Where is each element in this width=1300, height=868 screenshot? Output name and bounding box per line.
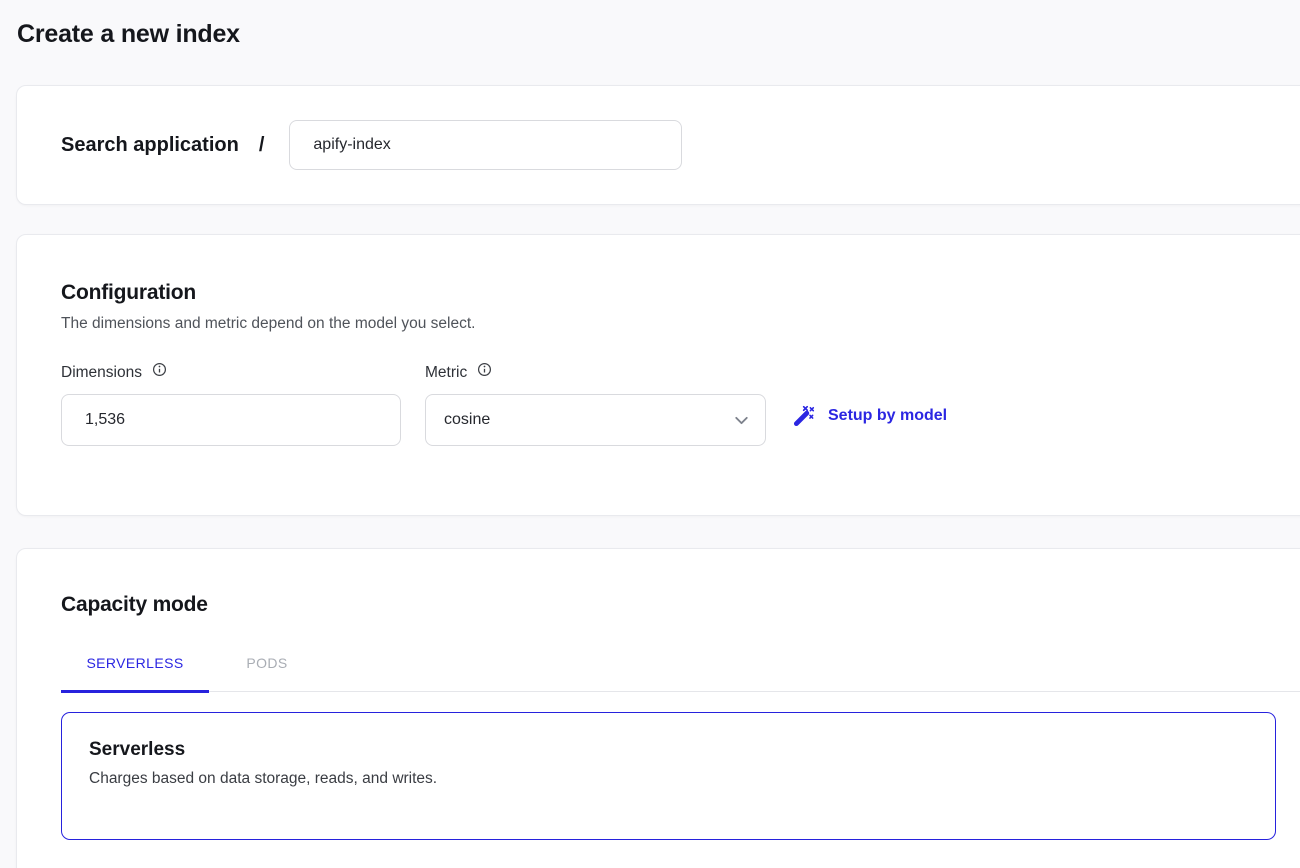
configuration-subtitle: The dimensions and metric depend on the … xyxy=(61,315,1300,333)
capacity-inner: Capacity mode SERVERLESS PODS Serverless… xyxy=(17,549,1300,840)
dimensions-field-group: Dimensions xyxy=(61,364,401,446)
metric-selected-value: cosine xyxy=(444,411,490,429)
configuration-inner: Configuration The dimensions and metric … xyxy=(17,235,1300,446)
metric-select[interactable]: cosine xyxy=(425,394,766,446)
configuration-card: Configuration The dimensions and metric … xyxy=(16,234,1300,516)
tab-pods[interactable]: PODS xyxy=(227,647,307,691)
metric-label-row: Metric xyxy=(425,364,766,384)
configuration-title: Configuration xyxy=(61,281,1300,305)
chevron-down-icon xyxy=(731,410,752,431)
serverless-option-description: Charges based on data storage, reads, an… xyxy=(89,770,1275,788)
capacity-tabs: SERVERLESS PODS xyxy=(61,647,1300,692)
capacity-mode-title: Capacity mode xyxy=(61,593,1300,617)
magic-wand-icon xyxy=(793,404,816,427)
dimensions-input[interactable] xyxy=(61,394,401,446)
search-application-row: Search application / xyxy=(17,86,1300,204)
metric-field-group: Metric cosine xyxy=(425,364,766,446)
search-application-card: Search application / xyxy=(16,85,1300,205)
create-index-page: Create a new index Search application / … xyxy=(0,0,1300,868)
info-icon[interactable] xyxy=(152,362,167,377)
capacity-mode-card: Capacity mode SERVERLESS PODS Serverless… xyxy=(16,548,1300,868)
dimensions-label-row: Dimensions xyxy=(61,364,401,384)
info-icon[interactable] xyxy=(477,362,492,377)
index-name-input[interactable] xyxy=(289,120,682,170)
path-separator: / xyxy=(259,134,265,157)
configuration-fields-row: Dimensions Metric xyxy=(61,364,1300,446)
search-application-label: Search application xyxy=(61,134,239,157)
tab-serverless[interactable]: SERVERLESS xyxy=(61,647,209,693)
setup-by-model-label: Setup by model xyxy=(828,407,947,425)
metric-label: Metric xyxy=(425,364,467,382)
page-title: Create a new index xyxy=(17,20,240,49)
dimensions-label: Dimensions xyxy=(61,364,142,382)
setup-by-model-link[interactable]: Setup by model xyxy=(793,404,947,427)
serverless-option-card[interactable]: Serverless Charges based on data storage… xyxy=(61,712,1276,840)
serverless-option-title: Serverless xyxy=(89,739,1275,761)
